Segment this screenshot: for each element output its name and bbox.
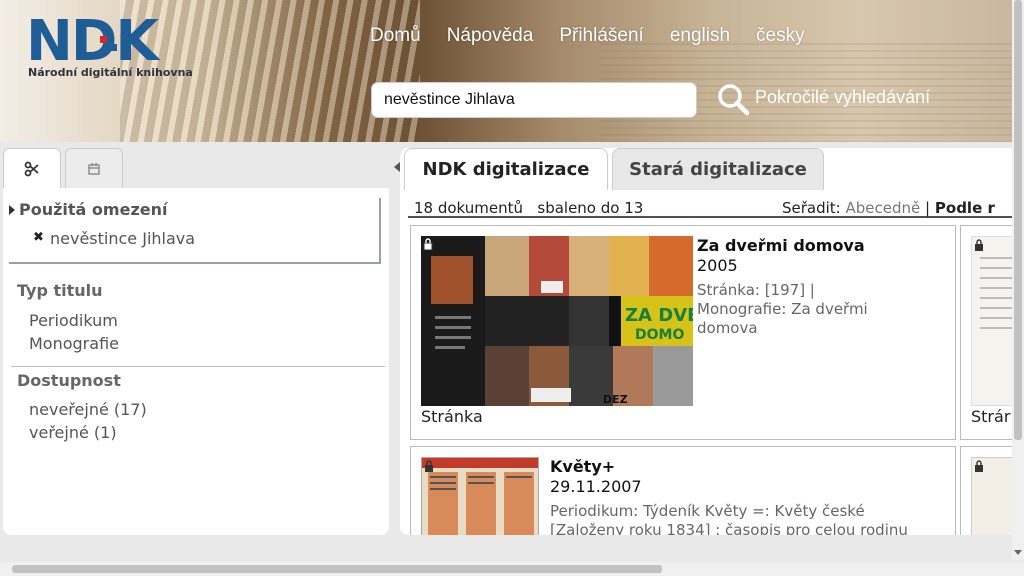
remove-constraint-icon[interactable]: ✖ [33,230,44,245]
result-title[interactable]: Za dveřmi domova [697,236,865,255]
nav-help[interactable]: Nápověda [447,25,534,47]
sort-relevance[interactable]: Podle r [935,199,995,217]
lock-icon [423,238,433,250]
facet-title-type: Typ titulu [17,281,103,300]
results-toolbar: 18 dokumentů sbaleno do 13 Seřadit: Abec… [408,190,1012,218]
result-card-partial[interactable] [960,446,1012,535]
result-label: Stránka [421,407,483,426]
lock-icon [425,460,433,472]
logo-letters: NDK [26,9,159,74]
lock-icon [975,239,983,251]
result-date: 2005 [697,256,738,275]
result-thumbnail[interactable] [971,236,1012,406]
nav-czech[interactable]: česky [756,25,805,47]
result-title[interactable]: Květy+ [550,457,615,476]
applied-constraints: Použitá omezení ✖ nevěstince Jihlava [9,198,381,264]
logo-subtitle: Národní digitální knihovna [28,66,193,79]
calendar-icon [88,162,100,175]
document-page-image [980,257,1012,329]
facets-panel: Použitá omezení ✖ nevěstince Jihlava Typ… [3,188,389,535]
logo-blue-dot [110,44,117,51]
result-label: Strár [971,407,1011,426]
result-card-partial[interactable]: Strár [960,225,1012,440]
vertical-scroll-thumb[interactable] [1014,0,1022,440]
facet-item-public[interactable]: veřejné (1) [29,423,117,442]
advanced-search-link[interactable]: Pokročilé vyhledávání [755,87,930,108]
site-header: NDK Národní digitální knihovna Domů Nápo… [0,0,1012,142]
sort-controls: Seřadit: Abecedně | Podle r [782,199,995,217]
vertical-scrollbar[interactable] [1012,0,1024,560]
sort-label: Seřadit: [782,199,841,217]
result-meta-title: [Založeny roku 1834] : časopis pro celou… [550,521,908,535]
collapsed-count: sbaleno do 13 [537,199,644,217]
result-meta-type: Monografie: Za dveřmi [697,300,868,318]
book-cover-image: ZA DVE DOMO DEZ [421,236,693,406]
facet-item-private[interactable]: neveřejné (17) [29,400,147,419]
tab-old-digitization[interactable]: Stará digitalizace [612,148,824,190]
periodical-page-image [422,458,538,535]
result-thumbnail[interactable]: ZA DVE DOMO DEZ [421,236,693,406]
svg-text:ZA DVE: ZA DVE [625,305,693,326]
search-icon[interactable] [716,82,750,116]
facet-title-availability: Dostupnost [17,371,121,390]
tab-filters[interactable] [3,148,61,188]
document-count: 18 dokumentů [414,199,524,217]
facet-item-periodical[interactable]: Periodikum [29,311,118,330]
expand-triangle-icon[interactable] [9,205,15,215]
horizontal-scrollbar[interactable] [0,562,1024,576]
sort-separator: | [925,199,931,217]
lock-icon [975,460,983,472]
constraints-title: Použitá omezení [19,200,168,219]
nav-english[interactable]: english [670,25,730,47]
facet-divider [11,366,385,367]
results-count: 18 dokumentů sbaleno do 13 [414,199,643,217]
facet-item-monograph[interactable]: Monografie [29,334,119,353]
results-panel: NDK digitalizace Stará digitalizace 18 d… [400,148,1012,535]
result-meta-type: Periodikum: Týdeník Květy =: Květy české [550,502,865,520]
nav-home[interactable]: Domů [370,25,421,47]
result-card[interactable]: ZA DVE DOMO DEZ Za dveřmi domova 2005 St… [410,225,956,440]
constraint-item[interactable]: nevěstince Jihlava [50,229,195,248]
search-input[interactable]: nevěstince Jihlava [371,82,697,118]
result-card[interactable]: Květy+ 29.11.2007 Periodikum: Týdeník Kv… [410,446,956,535]
tab-ndk-digitization[interactable]: NDK digitalizace [404,148,608,190]
nav-login[interactable]: Přihlášení [559,25,644,47]
scroll-down-arrow-icon[interactable] [1014,550,1022,555]
result-date: 29.11.2007 [550,477,642,496]
scissors-icon [24,161,39,176]
result-thumbnail[interactable] [971,457,1012,535]
sort-alphabetical[interactable]: Abecedně [846,199,921,217]
svg-text:DOMO: DOMO [635,327,684,343]
horizontal-scroll-thumb[interactable] [12,565,662,573]
result-meta-title: domova [697,319,758,337]
tab-timeline[interactable] [65,148,123,188]
result-thumbnail[interactable] [421,457,539,535]
logo-red-dot [100,36,107,43]
top-navigation: Domů Nápověda Přihlášení english česky [370,25,805,47]
result-meta-page: Stránka: [197] | [697,281,815,299]
svg-text:DEZ: DEZ [603,393,628,406]
ndk-logo[interactable]: NDK Národní digitální knihovna [26,14,206,84]
